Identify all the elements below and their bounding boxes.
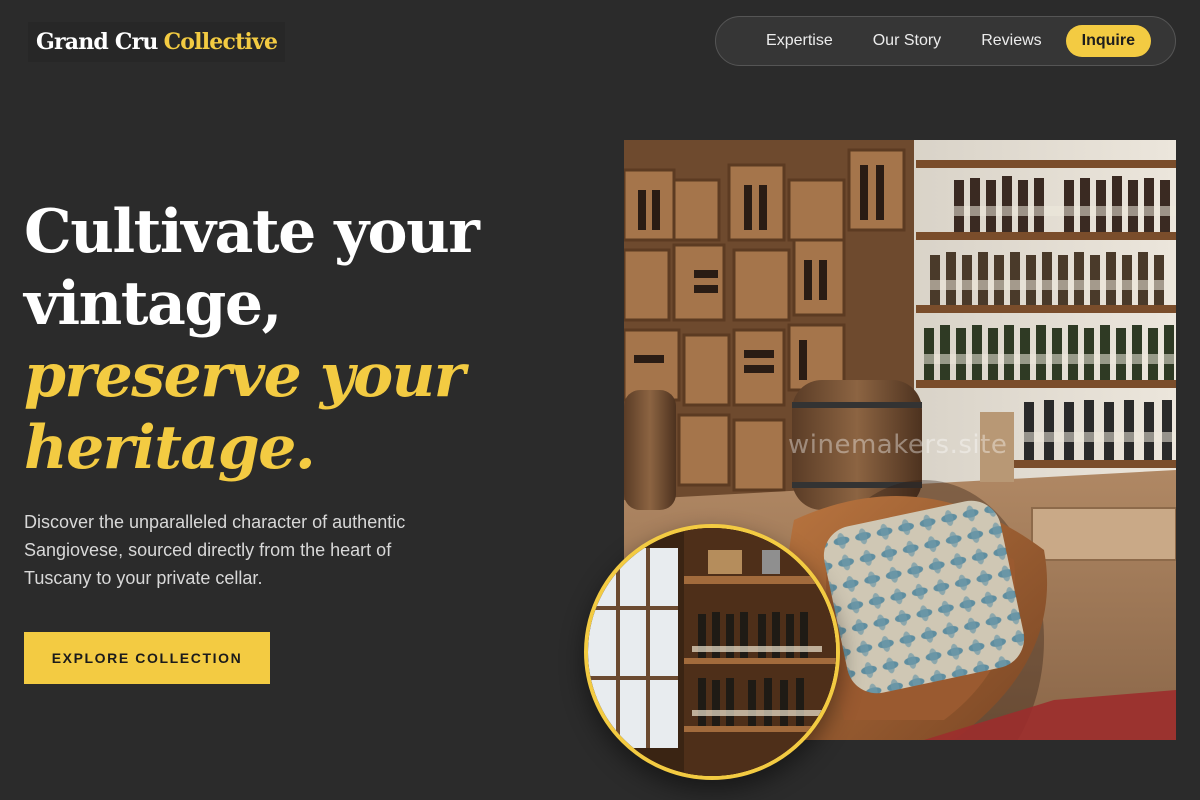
brand-name-part1: Grand Cru [36, 29, 158, 55]
main-nav: Expertise Our Story Reviews Inquire [715, 16, 1176, 66]
brand-name-part2: Collective [163, 29, 278, 55]
inquire-button[interactable]: Inquire [1065, 25, 1151, 57]
nav-link-reviews[interactable]: Reviews [981, 32, 1041, 50]
explore-collection-button[interactable]: EXPLORE COLLECTION [24, 632, 270, 684]
hero-headline: Cultivate your vintage, preserve your he… [24, 196, 584, 484]
nav-link-expertise[interactable]: Expertise [766, 32, 833, 50]
inset-shelf-photo [584, 524, 840, 780]
headline-accent-line-2: heritage. [24, 413, 316, 483]
landing-page: Grand Cru Collective Expertise Our Story… [0, 0, 1200, 800]
photo-watermark: winemakers.site [788, 430, 1008, 460]
nav-link-our-story[interactable]: Our Story [873, 32, 941, 50]
brand-logo[interactable]: Grand Cru Collective [28, 22, 286, 62]
wine-shelf-photo-icon [588, 528, 836, 776]
headline-accent-line-1: preserve your [24, 341, 465, 411]
headline-line-1: Cultivate your [24, 197, 480, 267]
headline-line-2: vintage, [24, 269, 282, 339]
hero-description: Discover the unparalleled character of a… [24, 512, 406, 588]
